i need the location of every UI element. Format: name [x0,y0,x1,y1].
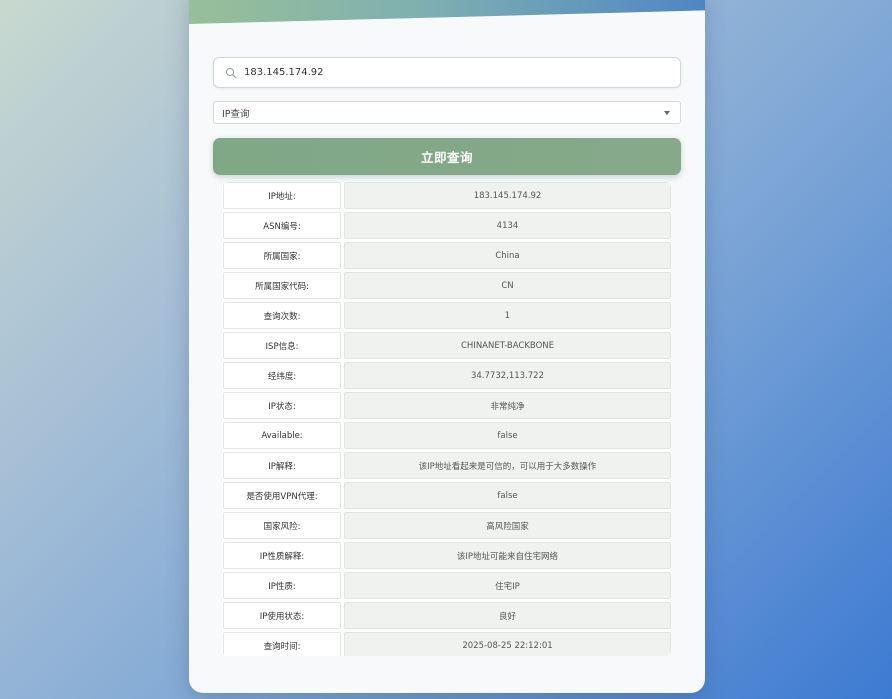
table-row: ISP信息: CHINANET-BACKBONE [222,332,671,359]
result-value: 非常纯净 [344,392,671,419]
table-row: IP性质解释: 该IP地址可能来自住宅网络 [222,542,671,569]
table-row: 经纬度: 34.7732,113.722 [222,362,671,389]
result-value: China [344,242,671,269]
result-key: ISP信息: [223,332,341,359]
result-value: CN [344,272,671,299]
result-key: IP地址: [223,182,341,209]
card-header-banner [189,0,705,24]
result-value: 住宅IP [344,572,671,599]
result-key: IP使用状态: [223,602,341,629]
query-now-button[interactable]: 立即查询 [213,138,681,175]
result-value: 2025-08-25 22:12:01 [344,632,671,656]
table-row: IP使用状态: 良好 [222,602,671,629]
search-box[interactable] [213,57,681,88]
result-value: 该IP地址看起来是可信的，可以用于大多数操作 [344,452,671,479]
ip-search-input[interactable] [244,58,680,87]
result-value: 良好 [344,602,671,629]
query-type-select[interactable]: IP查询 [213,101,681,124]
table-row: 所属国家: China [222,242,671,269]
result-value: 该IP地址可能来自住宅网络 [344,542,671,569]
result-value: 1 [344,302,671,329]
result-value: 4134 [344,212,671,239]
result-value: false [344,422,671,449]
result-key: IP解释: [223,452,341,479]
table-row: IP解释: 该IP地址看起来是可信的，可以用于大多数操作 [222,452,671,479]
table-row: Available: false [222,422,671,449]
result-key: 所属国家: [223,242,341,269]
result-key: IP状态: [223,392,341,419]
table-row: 所属国家代码: CN [222,272,671,299]
result-key: IP性质: [223,572,341,599]
query-type-selected: IP查询 [222,108,250,120]
query-card: IP查询 立即查询 IP地址: 183.145.174.92 ASN编号: 41… [189,0,705,693]
result-key: 经纬度: [223,362,341,389]
result-value: 高风险国家 [344,512,671,539]
table-row: IP状态: 非常纯净 [222,392,671,419]
table-row: 查询次数: 1 [222,302,671,329]
result-value: 183.145.174.92 [344,182,671,209]
result-value: CHINANET-BACKBONE [344,332,671,359]
result-key: 国家风险: [223,512,341,539]
result-key: 查询时间: [223,632,341,656]
result-table: IP地址: 183.145.174.92 ASN编号: 4134 所属国家: C… [222,182,671,656]
table-row: 查询时间: 2025-08-25 22:12:01 [222,632,671,656]
table-row: IP地址: 183.145.174.92 [222,182,671,209]
result-value: false [344,482,671,509]
result-value: 34.7732,113.722 [344,362,671,389]
chevron-down-icon [664,110,670,115]
result-key: IP性质解释: [223,542,341,569]
table-row: 是否使用VPN代理: false [222,482,671,509]
result-key: 所属国家代码: [223,272,341,299]
table-row: ASN编号: 4134 [222,212,671,239]
result-key: 查询次数: [223,302,341,329]
result-key: Available: [223,422,341,449]
result-key: ASN编号: [223,212,341,239]
table-row: IP性质: 住宅IP [222,572,671,599]
search-icon [224,66,238,80]
table-row: 国家风险: 高风险国家 [222,512,671,539]
result-key: 是否使用VPN代理: [223,482,341,509]
